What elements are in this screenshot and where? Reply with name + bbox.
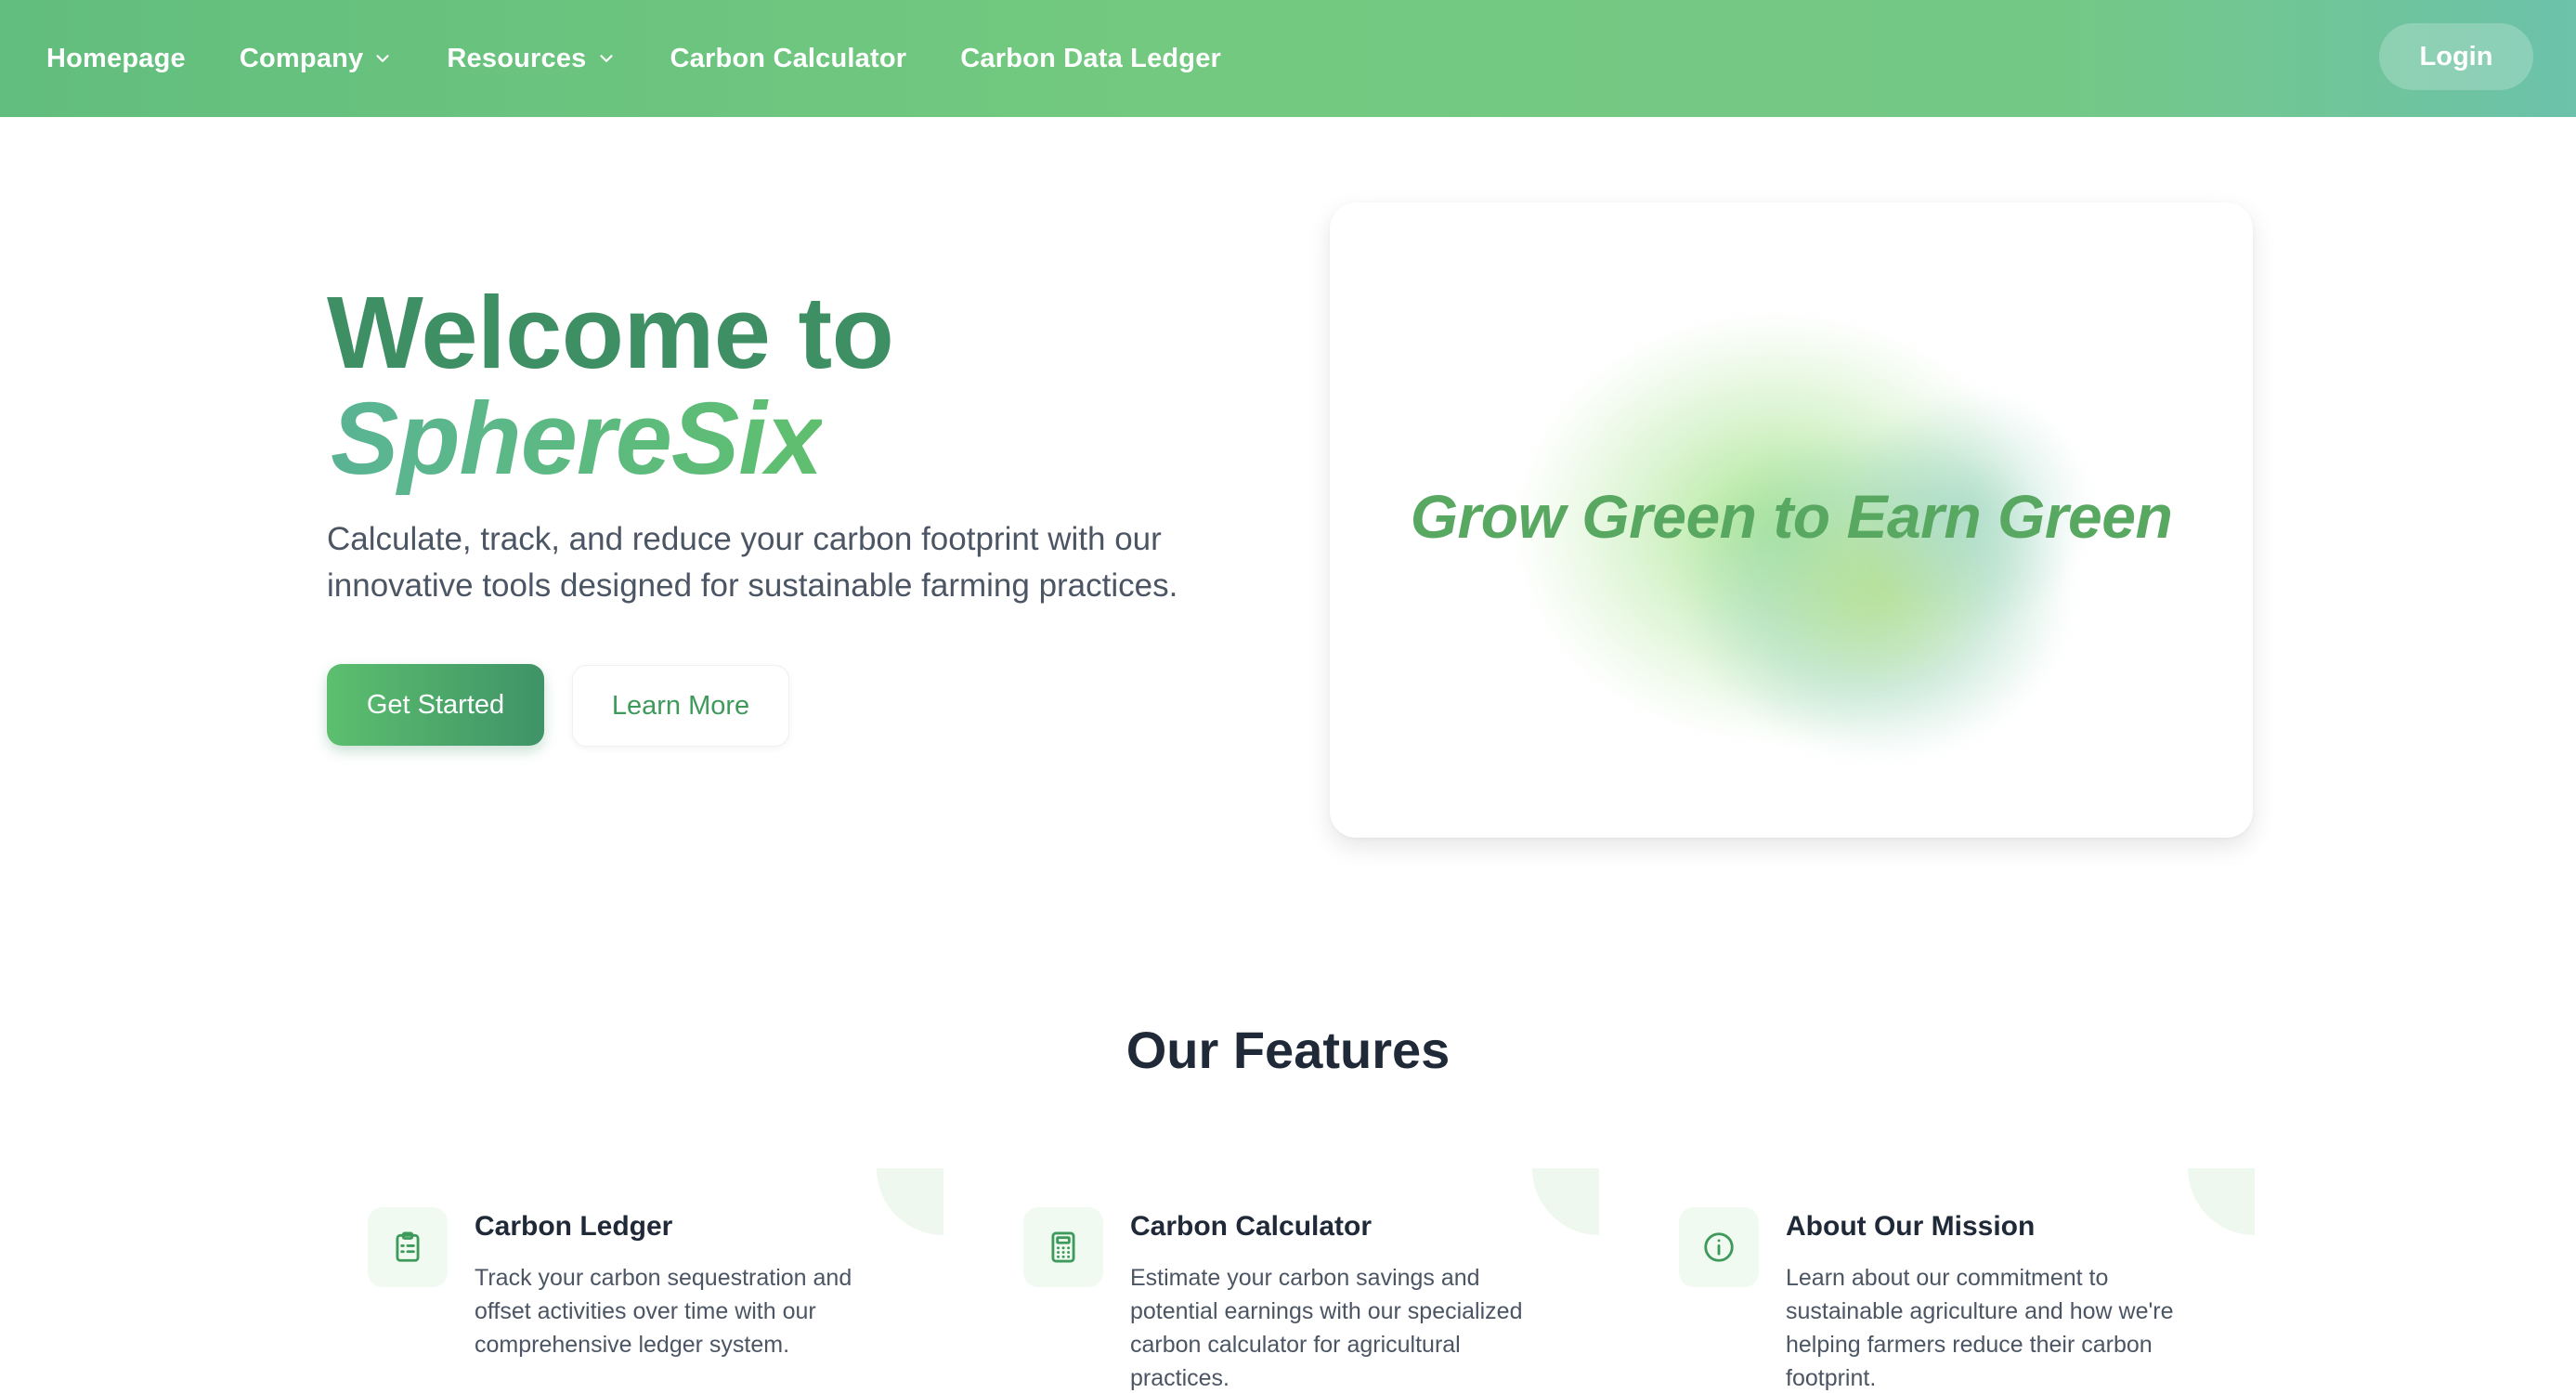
nav-carbon-calculator[interactable]: Carbon Calculator xyxy=(670,44,907,74)
feature-title: Carbon Calculator xyxy=(1130,1211,1373,1242)
hero-title: Welcome to xyxy=(327,276,894,390)
chevron-down-icon xyxy=(376,55,389,62)
nav-homepage-label: Homepage xyxy=(46,43,186,73)
feature-description: Estimate your carbon savings and potenti… xyxy=(1130,1265,1523,1391)
learn-more-button[interactable]: Learn More xyxy=(572,665,789,747)
nav-resources-dropdown[interactable]: Resources xyxy=(447,44,616,74)
nav-company-dropdown[interactable]: Company xyxy=(240,44,394,74)
hero-description: Calculate, track, and reduce your carbon… xyxy=(327,521,1178,604)
calculator-icon xyxy=(1051,1231,1075,1263)
nav-homepage[interactable]: Homepage xyxy=(46,44,186,74)
features-heading: Our Features xyxy=(1125,1021,1451,1079)
hero-brand-name: SphereSix xyxy=(331,382,823,496)
nav-company-label: Company xyxy=(239,43,364,73)
feature-description: Learn about our commitment to sustainabl… xyxy=(1786,1265,2174,1391)
feature-card-carbon-ledger[interactable]: Carbon Ledger Track your carbon sequestr… xyxy=(368,1168,943,1393)
feature-card-carbon-calculator[interactable]: Carbon Calculator Estimate your carbon s… xyxy=(1023,1168,1599,1393)
nav-carbon-calculator-label: Carbon Calculator xyxy=(670,43,907,73)
chevron-down-icon xyxy=(599,55,613,62)
leaf-decoration xyxy=(877,1168,943,1235)
feature-icon-box xyxy=(368,1207,448,1287)
top-navbar: Homepage Company Resources Carbon Calcul… xyxy=(0,0,2576,117)
feature-title: Carbon Ledger xyxy=(475,1211,673,1242)
nav-carbon-data-ledger[interactable]: Carbon Data Ledger xyxy=(960,44,1221,74)
leaf-decoration xyxy=(1532,1168,1599,1235)
feature-title: About Our Mission xyxy=(1786,1211,2036,1242)
info-icon xyxy=(1704,1232,1734,1262)
feature-icon-box xyxy=(1023,1207,1103,1287)
login-button[interactable]: Login xyxy=(2379,23,2533,90)
get-started-button[interactable]: Get Started xyxy=(327,664,544,746)
hero-card-tagline: Grow Green to Earn Green xyxy=(1410,482,2173,551)
feature-description: Track your carbon sequestration and offs… xyxy=(475,1265,852,1358)
feature-card-about-mission[interactable]: About Our Mission Learn about our commit… xyxy=(1679,1168,2255,1393)
leaf-decoration xyxy=(2188,1168,2255,1235)
hero-image-card: Grow Green to Earn Green xyxy=(1330,202,2253,838)
nav-carbon-data-ledger-label: Carbon Data Ledger xyxy=(960,43,1222,73)
clipboard-icon xyxy=(396,1231,420,1262)
feature-icon-box xyxy=(1679,1207,1759,1287)
nav-resources-label: Resources xyxy=(447,43,587,73)
